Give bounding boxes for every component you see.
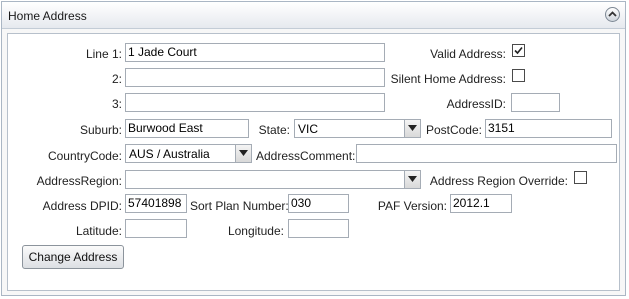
paf-version-label: PAF Version: [377,199,447,213]
paf-version-input[interactable]: 2012.1 [450,194,512,213]
address-comment-input[interactable] [356,144,617,163]
address-id-label: AddressID: [446,97,506,111]
address-id-input[interactable] [511,93,560,112]
longitude-input[interactable] [288,219,349,238]
longitude-label: Longitude: [227,224,284,238]
checkmark-icon [514,46,523,55]
latitude-input[interactable] [125,219,187,238]
address-region-override-label: Address Region Override: [429,174,568,188]
sort-plan-number-label: Sort Plan Number: [190,199,289,213]
chevron-up-circle-icon [608,11,617,17]
suburb-input[interactable]: Burwood East [125,119,249,138]
latitude-label: Latitude: [75,224,122,238]
state-dropdown-button[interactable] [404,120,420,137]
panel-header: Home Address [2,2,625,29]
country-code-select[interactable]: AUS / Australia [125,144,252,163]
address-region-select[interactable] [125,170,421,189]
valid-address-checkbox[interactable] [512,44,525,57]
state-selected-value: VIC [298,122,319,136]
silent-home-address-checkbox[interactable] [512,69,525,82]
address-region-label: AddressRegion: [36,174,122,188]
suburb-label: Suburb: [79,123,122,137]
country-code-selected-value: AUS / Australia [129,147,210,161]
line1-label: Line 1: [85,47,122,61]
country-code-dropdown-button[interactable] [235,145,251,162]
line2-input[interactable] [125,68,385,87]
postcode-input[interactable]: 3151 [485,119,612,138]
home-address-panel: Home Address Line 1: 1 Jade Court Valid … [1,1,626,296]
address-dpid-input[interactable]: 57401898 [125,194,187,213]
state-label: State: [258,123,290,137]
line1-input[interactable]: 1 Jade Court [125,43,385,62]
change-address-button[interactable]: Change Address [22,245,124,269]
address-dpid-label: Address DPID: [42,199,122,213]
postcode-label: PostCode: [425,123,482,137]
address-region-override-checkbox[interactable] [574,171,587,184]
line3-label: 3: [111,97,122,111]
caret-down-icon [408,125,417,131]
panel-title: Home Address [8,9,87,23]
line3-input[interactable] [125,93,385,112]
country-code-label: CountryCode: [47,149,122,163]
address-region-dropdown-button[interactable] [404,171,420,188]
collapse-panel-button[interactable] [605,7,620,22]
sort-plan-number-input[interactable]: 030 [288,194,349,213]
address-form: Line 1: 1 Jade Court Valid Address: 2: S… [7,33,620,291]
valid-address-label: Valid Address: [430,47,506,61]
state-select[interactable]: VIC [294,119,421,138]
caret-down-icon [239,150,248,156]
address-comment-label: AddressComment: [256,149,356,163]
silent-home-address-label: Silent Home Address: [390,72,506,86]
line2-label: 2: [111,72,122,86]
caret-down-icon [408,176,417,182]
